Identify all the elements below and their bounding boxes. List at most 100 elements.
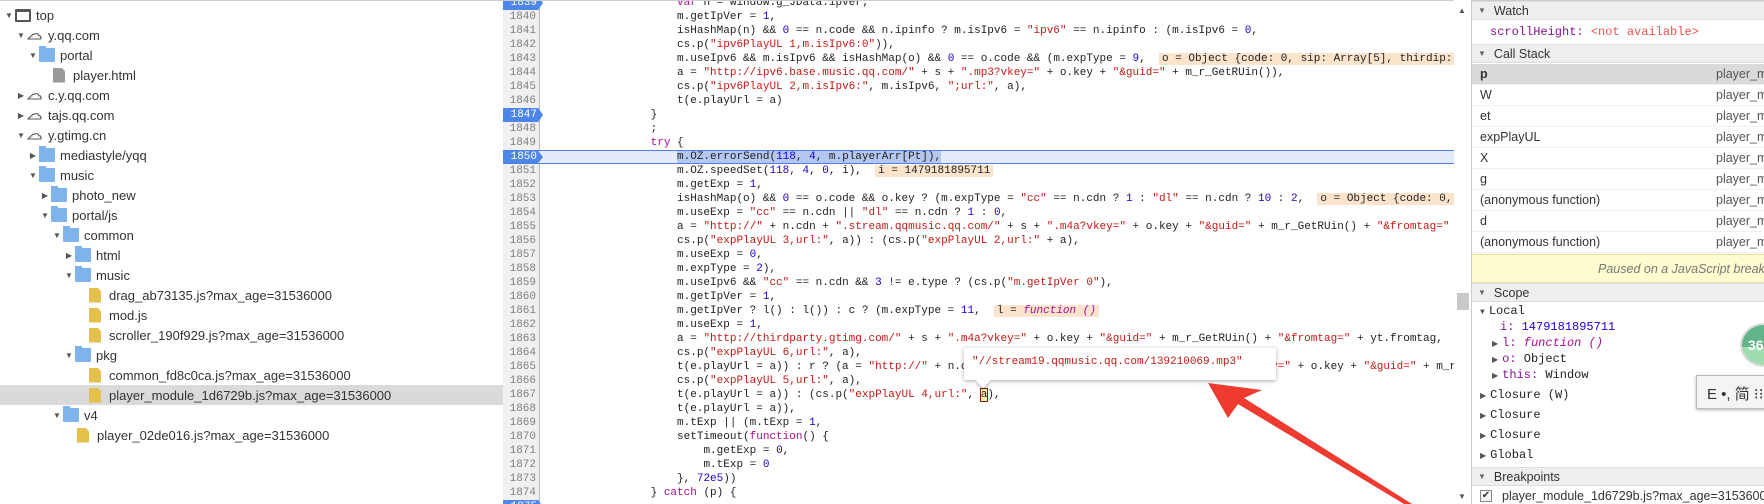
- code-line[interactable]: 1871 m.getExp = 0,: [503, 444, 1454, 458]
- scope-variable[interactable]: ▶ l: function (): [1492, 336, 1603, 350]
- collapsed-arrow-icon[interactable]: ▶: [16, 91, 26, 100]
- code-line[interactable]: 1873 }, 72e5)): [503, 472, 1454, 486]
- line-number[interactable]: 1849: [503, 136, 536, 150]
- watch-header[interactable]: ▼ Watch: [1472, 1, 1764, 20]
- tree-item[interactable]: ▼ common: [0, 225, 503, 245]
- frame-location[interactable]: player_m: [1716, 193, 1764, 207]
- code-line[interactable]: 1870 setTimeout(function() {: [503, 430, 1454, 444]
- code-line[interactable]: 1843 m.useIpv6 && m.isIpv6 && isHashMap(…: [503, 52, 1454, 66]
- collapsed-arrow-icon[interactable]: ▶: [28, 151, 38, 160]
- code-line[interactable]: 1857 m.useExp = 0,: [503, 248, 1454, 262]
- code-line[interactable]: 1845 cs.p("ipv6PlayUL 2,m.isIpv6:", m.is…: [503, 80, 1454, 94]
- expanded-arrow-icon[interactable]: ▼: [28, 51, 38, 60]
- expanded-arrow-icon[interactable]: ▼: [4, 11, 14, 20]
- line-number[interactable]: 1867: [503, 388, 536, 402]
- call-stack-header[interactable]: ▼ Call Stack: [1472, 44, 1764, 63]
- line-number[interactable]: 1842: [503, 38, 536, 52]
- code-line[interactable]: 1858 m.expType = 2),: [503, 262, 1454, 276]
- line-number[interactable]: 1872: [503, 458, 536, 472]
- ime-toolbar[interactable]: E •, 简 ⁝⁝: [1696, 375, 1764, 409]
- call-frame[interactable]: d player_m: [1472, 211, 1764, 232]
- code-line[interactable]: 1840 m.getIpVer = 1,: [503, 10, 1454, 24]
- scope-variable[interactable]: ▶ o: Object: [1492, 352, 1567, 366]
- expanded-arrow-icon[interactable]: ▼: [16, 131, 26, 140]
- scope-variable[interactable]: ▶ this: Window: [1492, 368, 1589, 382]
- frame-location[interactable]: player_m: [1716, 67, 1764, 81]
- tree-item[interactable]: ▶ ☁ tajs.qq.com: [0, 105, 503, 125]
- breakpoint-marker[interactable]: 1839: [503, 1, 543, 10]
- code-line[interactable]: 1867 t(e.playUrl = a)) : (cs.p("expPlayU…: [503, 388, 1454, 402]
- code-line[interactable]: 1852 m.getExp = 1,: [503, 178, 1454, 192]
- line-number[interactable]: 1862: [503, 318, 536, 332]
- expanded-arrow-icon[interactable]: ▼: [28, 171, 38, 180]
- code-line[interactable]: 1844 a = "http://ipv6.base.music.qq.com/…: [503, 66, 1454, 80]
- code-line[interactable]: 1851 m.OZ.speedSet(118, 4, 0, i), i = 14…: [503, 164, 1454, 178]
- line-number[interactable]: 1854: [503, 206, 536, 220]
- tree-item[interactable]: player_module_1d6729b.js?max_age=3153600…: [0, 385, 503, 405]
- call-frame[interactable]: (anonymous function) player_m: [1472, 190, 1764, 211]
- tree-item[interactable]: ▼ music: [0, 265, 503, 285]
- breakpoint-marker[interactable]: 1850: [503, 151, 543, 163]
- tree-item[interactable]: mod.js: [0, 305, 503, 325]
- code-line[interactable]: 1872 m.tExp = 0: [503, 458, 1454, 472]
- tree-item[interactable]: ▼ portal: [0, 45, 503, 65]
- tree-item[interactable]: ▶ html: [0, 245, 503, 265]
- line-number[interactable]: 1845: [503, 80, 536, 94]
- expanded-arrow-icon[interactable]: ▼: [64, 351, 74, 360]
- line-number[interactable]: 1873: [503, 472, 536, 486]
- breakpoint-item[interactable]: ✔ player_module_1d6729b.js?max_age=315360…: [1480, 489, 1764, 503]
- tree-item[interactable]: ▶ mediastyle/yqq: [0, 145, 503, 165]
- line-number[interactable]: 1852: [503, 178, 536, 192]
- line-number[interactable]: 1859: [503, 276, 536, 290]
- code-line[interactable]: 1856 cs.p("expPlayUL 3,url:", a)) : (cs.…: [503, 234, 1454, 248]
- tree-item[interactable]: player.html: [0, 65, 503, 85]
- line-number[interactable]: 1855: [503, 220, 536, 234]
- breakpoints-header[interactable]: ▼ Breakpoints: [1472, 467, 1764, 486]
- call-frame[interactable]: g player_m: [1472, 169, 1764, 190]
- expand-right-icon[interactable]: ▶: [1492, 340, 1498, 349]
- tree-item[interactable]: scroller_190f929.js?max_age=31536000: [0, 325, 503, 345]
- code-line[interactable]: 1848 ;: [503, 122, 1454, 136]
- line-number[interactable]: 1865: [503, 360, 536, 374]
- scope-group[interactable]: ▶ Closure (W): [1480, 388, 1569, 402]
- tree-item[interactable]: ▼ v4: [0, 405, 503, 425]
- scroll-thumb[interactable]: [1457, 293, 1469, 310]
- call-frame[interactable]: Wplayer_m: [1472, 85, 1764, 106]
- code-line[interactable]: 1842 cs.p("ipv6PlayUL 1,m.isIpv6:0")),: [503, 38, 1454, 52]
- code-editor[interactable]: 1839 var n = window.g_JData.ipver; 1840 m…: [503, 0, 1454, 504]
- scope-group[interactable]: ▶ Closure: [1480, 428, 1541, 442]
- line-number[interactable]: 1844: [503, 66, 536, 80]
- frame-location[interactable]: player_m: [1716, 88, 1764, 102]
- frame-location[interactable]: player_m: [1716, 235, 1764, 249]
- scope-header[interactable]: ▼ Scope: [1472, 283, 1764, 302]
- line-number[interactable]: 1871: [503, 444, 536, 458]
- tree-item[interactable]: ▼ portal/js: [0, 205, 503, 225]
- breakpoint-checkbox[interactable]: ✔: [1480, 490, 1492, 502]
- tree-item[interactable]: ▶ photo_new: [0, 185, 503, 205]
- tree-item[interactable]: ▼ top: [0, 5, 503, 25]
- expand-right-icon[interactable]: ▶: [1492, 372, 1498, 381]
- call-frame[interactable]: et player_m: [1472, 106, 1764, 127]
- line-number[interactable]: 1860: [503, 290, 536, 304]
- tree-item[interactable]: common_fd8c0ca.js?max_age=31536000: [0, 365, 503, 385]
- code-line[interactable]: 1855 a = "http://" + n.cdn + ".stream.qq…: [503, 220, 1454, 234]
- expanded-arrow-icon[interactable]: ▼: [64, 271, 74, 280]
- code-line[interactable]: 1854 m.useExp = "cc" == n.cdn || "dl" ==…: [503, 206, 1454, 220]
- code-line[interactable]: 1849 try {: [503, 136, 1454, 150]
- code-line[interactable]: 1841 isHashMap(n) && 0 == n.code && n.ip…: [503, 24, 1454, 38]
- tree-item[interactable]: player_02de016.js?max_age=31536000: [0, 425, 503, 445]
- code-line[interactable]: 1859 m.useIpv6 && "cc" == n.cdn && 3 != …: [503, 276, 1454, 290]
- expanded-arrow-icon[interactable]: ▼: [52, 411, 62, 420]
- expanded-arrow-icon[interactable]: ▼: [16, 31, 26, 40]
- line-number[interactable]: 1848: [503, 122, 536, 136]
- line-number[interactable]: 1846: [503, 94, 536, 108]
- code-line[interactable]: 1869 m.tExp || (m.tExp = 1,: [503, 416, 1454, 430]
- line-number[interactable]: 1866: [503, 374, 536, 388]
- call-frame[interactable]: (anonymous function) player_m: [1472, 232, 1764, 253]
- breakpoint-marker[interactable]: 1875: [503, 500, 543, 504]
- call-frame[interactable]: p player_m: [1472, 64, 1764, 85]
- expanded-arrow-icon[interactable]: ▼: [40, 211, 50, 220]
- line-number[interactable]: 1869: [503, 416, 536, 430]
- frame-location[interactable]: player_m: [1716, 214, 1764, 228]
- line-number[interactable]: 1870: [503, 430, 536, 444]
